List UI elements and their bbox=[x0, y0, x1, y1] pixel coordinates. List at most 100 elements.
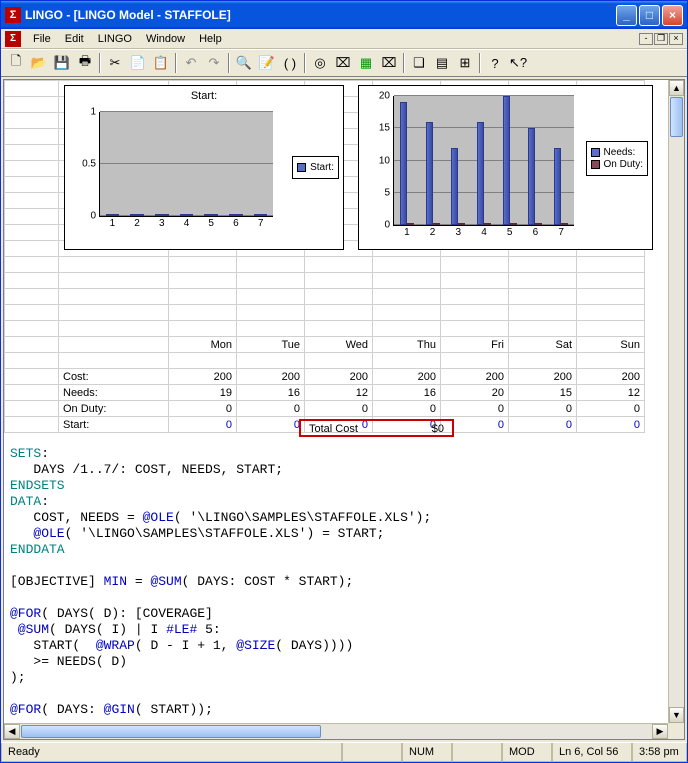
row-needs-val[interactable]: 19 bbox=[169, 385, 237, 401]
col-sun[interactable]: Sun bbox=[577, 337, 645, 353]
cell[interactable] bbox=[577, 321, 645, 337]
row-needs-val[interactable]: 16 bbox=[237, 385, 305, 401]
cell[interactable] bbox=[509, 321, 577, 337]
row-cost-val[interactable]: 200 bbox=[373, 369, 441, 385]
row-cost-val[interactable]: 200 bbox=[237, 369, 305, 385]
cell[interactable] bbox=[169, 257, 237, 273]
find-button[interactable]: 🔍 bbox=[233, 52, 255, 74]
cell[interactable] bbox=[441, 305, 509, 321]
cell[interactable] bbox=[5, 177, 59, 193]
goto-button[interactable]: 📝 bbox=[256, 52, 278, 74]
cell[interactable] bbox=[5, 81, 59, 97]
cell[interactable] bbox=[577, 353, 645, 369]
redo-button[interactable]: ↷ bbox=[203, 52, 225, 74]
scroll-thumb[interactable] bbox=[21, 725, 321, 738]
cell[interactable] bbox=[577, 305, 645, 321]
cell[interactable] bbox=[59, 289, 169, 305]
cell[interactable] bbox=[237, 321, 305, 337]
cell[interactable] bbox=[59, 305, 169, 321]
undo-button[interactable]: ↶ bbox=[180, 52, 202, 74]
row-onduty-val[interactable]: 0 bbox=[509, 401, 577, 417]
row-needs-val[interactable]: 16 bbox=[373, 385, 441, 401]
titlebar[interactable]: Σ LINGO - [LINGO Model - STAFFOLE] _ □ × bbox=[1, 1, 687, 29]
cell[interactable] bbox=[5, 209, 59, 225]
cell[interactable] bbox=[59, 321, 169, 337]
cell[interactable] bbox=[373, 257, 441, 273]
scroll-up-icon[interactable]: ▲ bbox=[669, 80, 684, 96]
col-fri[interactable]: Fri bbox=[441, 337, 509, 353]
row-onduty-val[interactable]: 0 bbox=[305, 401, 373, 417]
row-needs-val[interactable]: 12 bbox=[305, 385, 373, 401]
cell[interactable] bbox=[305, 289, 373, 305]
cell[interactable] bbox=[169, 273, 237, 289]
minimize-button[interactable]: _ bbox=[616, 5, 637, 26]
cell[interactable] bbox=[441, 289, 509, 305]
row-cost-val[interactable]: 200 bbox=[441, 369, 509, 385]
cell[interactable] bbox=[373, 353, 441, 369]
cell[interactable] bbox=[577, 273, 645, 289]
print-button[interactable]: 🖶 bbox=[74, 52, 96, 74]
mdi-restore[interactable]: ❐ bbox=[654, 33, 668, 45]
solution-button[interactable]: ⌧ bbox=[332, 52, 354, 74]
new-button[interactable]: 🗋 bbox=[5, 52, 27, 74]
row-cost-label[interactable]: Cost: bbox=[59, 369, 169, 385]
menu-file[interactable]: File bbox=[27, 31, 57, 47]
cell[interactable] bbox=[577, 289, 645, 305]
save-button[interactable]: 💾 bbox=[51, 52, 73, 74]
row-needs-val[interactable]: 12 bbox=[577, 385, 645, 401]
cell[interactable] bbox=[5, 225, 59, 241]
paste-button[interactable]: 📋 bbox=[150, 52, 172, 74]
vertical-scrollbar[interactable]: ▲ ▼ bbox=[668, 80, 684, 723]
row-onduty-val[interactable]: 0 bbox=[237, 401, 305, 417]
cell[interactable] bbox=[5, 257, 59, 273]
row-start-val[interactable]: 0 bbox=[169, 417, 237, 433]
row-needs-label[interactable]: Needs: bbox=[59, 385, 169, 401]
row-needs-val[interactable]: 15 bbox=[509, 385, 577, 401]
cell[interactable] bbox=[169, 321, 237, 337]
mdi-icon[interactable]: Σ bbox=[5, 31, 21, 47]
cell[interactable] bbox=[5, 145, 59, 161]
cell[interactable] bbox=[59, 273, 169, 289]
cell[interactable] bbox=[169, 305, 237, 321]
cell[interactable] bbox=[305, 257, 373, 273]
cell[interactable] bbox=[305, 305, 373, 321]
row-start-val[interactable]: 0 bbox=[237, 417, 305, 433]
cell[interactable] bbox=[373, 305, 441, 321]
row-onduty-label[interactable]: On Duty: bbox=[59, 401, 169, 417]
cell[interactable] bbox=[237, 305, 305, 321]
maximize-button[interactable]: □ bbox=[639, 5, 660, 26]
scroll-down-icon[interactable]: ▼ bbox=[669, 707, 684, 723]
col-wed[interactable]: Wed bbox=[305, 337, 373, 353]
cell[interactable] bbox=[5, 193, 59, 209]
close-button[interactable]: × bbox=[662, 5, 683, 26]
row-cost-val[interactable]: 200 bbox=[169, 369, 237, 385]
cell[interactable] bbox=[441, 273, 509, 289]
cell[interactable] bbox=[509, 289, 577, 305]
cell[interactable] bbox=[5, 273, 59, 289]
cell[interactable] bbox=[5, 401, 59, 417]
cell[interactable] bbox=[5, 241, 59, 257]
cascade-button[interactable]: ⊞ bbox=[454, 52, 476, 74]
cell[interactable] bbox=[5, 369, 59, 385]
row-start-label[interactable]: Start: bbox=[59, 417, 169, 433]
cell[interactable] bbox=[305, 321, 373, 337]
row-onduty-val[interactable]: 0 bbox=[441, 401, 509, 417]
cell[interactable] bbox=[5, 289, 59, 305]
col-tue[interactable]: Tue bbox=[237, 337, 305, 353]
cell[interactable] bbox=[5, 337, 59, 353]
cell[interactable] bbox=[5, 417, 59, 433]
row-needs-val[interactable]: 20 bbox=[441, 385, 509, 401]
cell[interactable] bbox=[59, 353, 169, 369]
menu-lingo[interactable]: LINGO bbox=[92, 31, 138, 47]
cell[interactable] bbox=[441, 257, 509, 273]
cell[interactable] bbox=[59, 257, 169, 273]
cell[interactable] bbox=[305, 353, 373, 369]
cell[interactable] bbox=[5, 113, 59, 129]
cell[interactable] bbox=[237, 257, 305, 273]
row-onduty-val[interactable]: 0 bbox=[577, 401, 645, 417]
row-start-val[interactable]: 0 bbox=[509, 417, 577, 433]
cell[interactable] bbox=[441, 321, 509, 337]
cell[interactable] bbox=[169, 289, 237, 305]
cell[interactable] bbox=[373, 289, 441, 305]
context-help-button[interactable]: ↖? bbox=[507, 52, 529, 74]
